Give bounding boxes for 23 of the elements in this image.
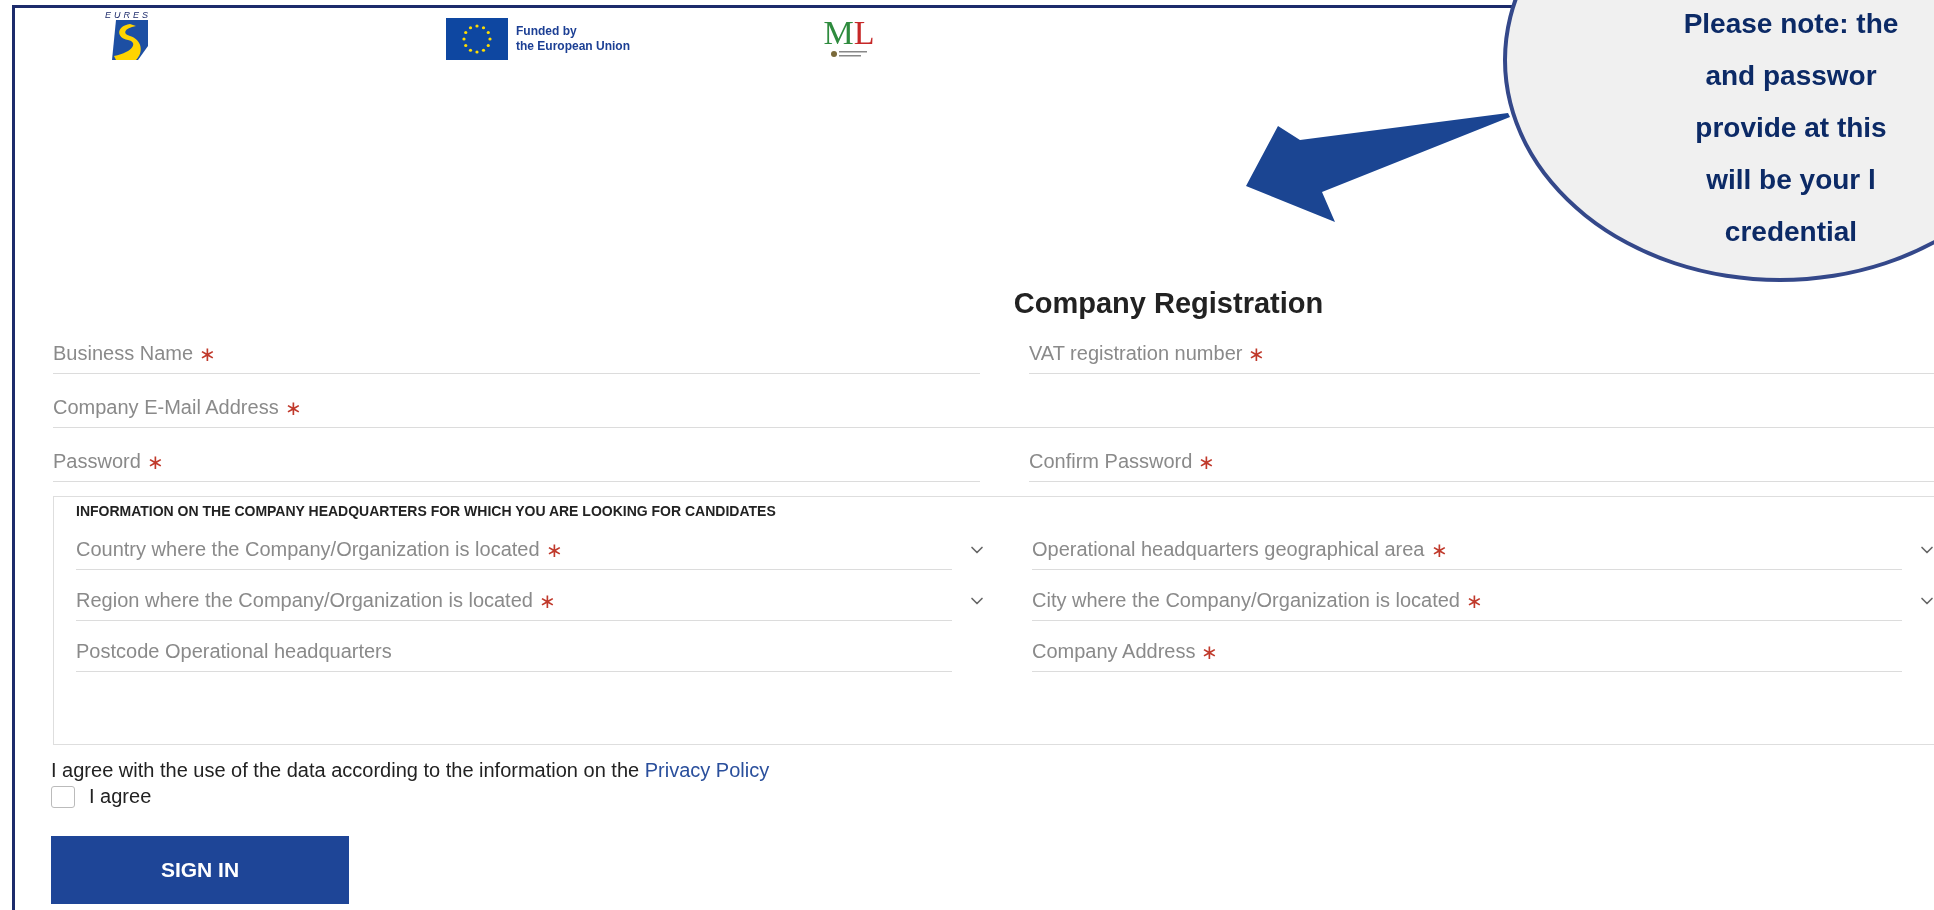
text-field[interactable]: Company Address ∗	[1032, 632, 1902, 672]
text-field[interactable]: Password ∗	[53, 442, 980, 482]
text-field[interactable]: Postcode Operational headquarters	[76, 632, 952, 672]
text-field[interactable]: Business Name ∗	[53, 334, 980, 374]
text-field[interactable]: Company E-Mail Address ∗	[53, 388, 1934, 428]
text-field[interactable]: Confirm Password ∗	[1029, 442, 1934, 482]
consent-text: I agree with the use of the data according to the information on the Privacy Policy	[51, 758, 771, 783]
privacy-policy-link[interactable]: Privacy Policy	[644, 759, 770, 781]
eu-flag-icon	[446, 18, 508, 60]
dropdown-field[interactable]: Country where the Company/Organization is located ∗	[76, 530, 1002, 570]
funding-label: Funded by the European Union	[516, 24, 630, 54]
callout-note: Please note: the and passwor provide at this will be your l credential	[1682, 7, 1900, 249]
sign-in-button[interactable]: SIGN IN	[51, 836, 349, 904]
logo-wordmark: EURES	[105, 10, 151, 20]
emblem-icon	[831, 50, 867, 58]
ministry-monogram: ML	[823, 16, 875, 50]
dropdown-field[interactable]: Region where the Company/Organization is located ∗	[76, 581, 1002, 621]
page-title: Company Registration	[1012, 286, 1325, 321]
section-heading: INFORMATION ON THE COMPANY HEADQUARTERS FOR WHICH YOU ARE LOOKING FOR CANDIDATES	[76, 503, 777, 519]
text-field[interactable]: VAT registration number ∗	[1029, 334, 1934, 374]
dropdown-field[interactable]: Operational headquarters geographical area ∗	[1032, 530, 1934, 570]
dropdown-field[interactable]: City where the Company/Organization is located ∗	[1032, 581, 1934, 621]
agree-checkbox[interactable]: I agree	[51, 785, 1934, 808]
